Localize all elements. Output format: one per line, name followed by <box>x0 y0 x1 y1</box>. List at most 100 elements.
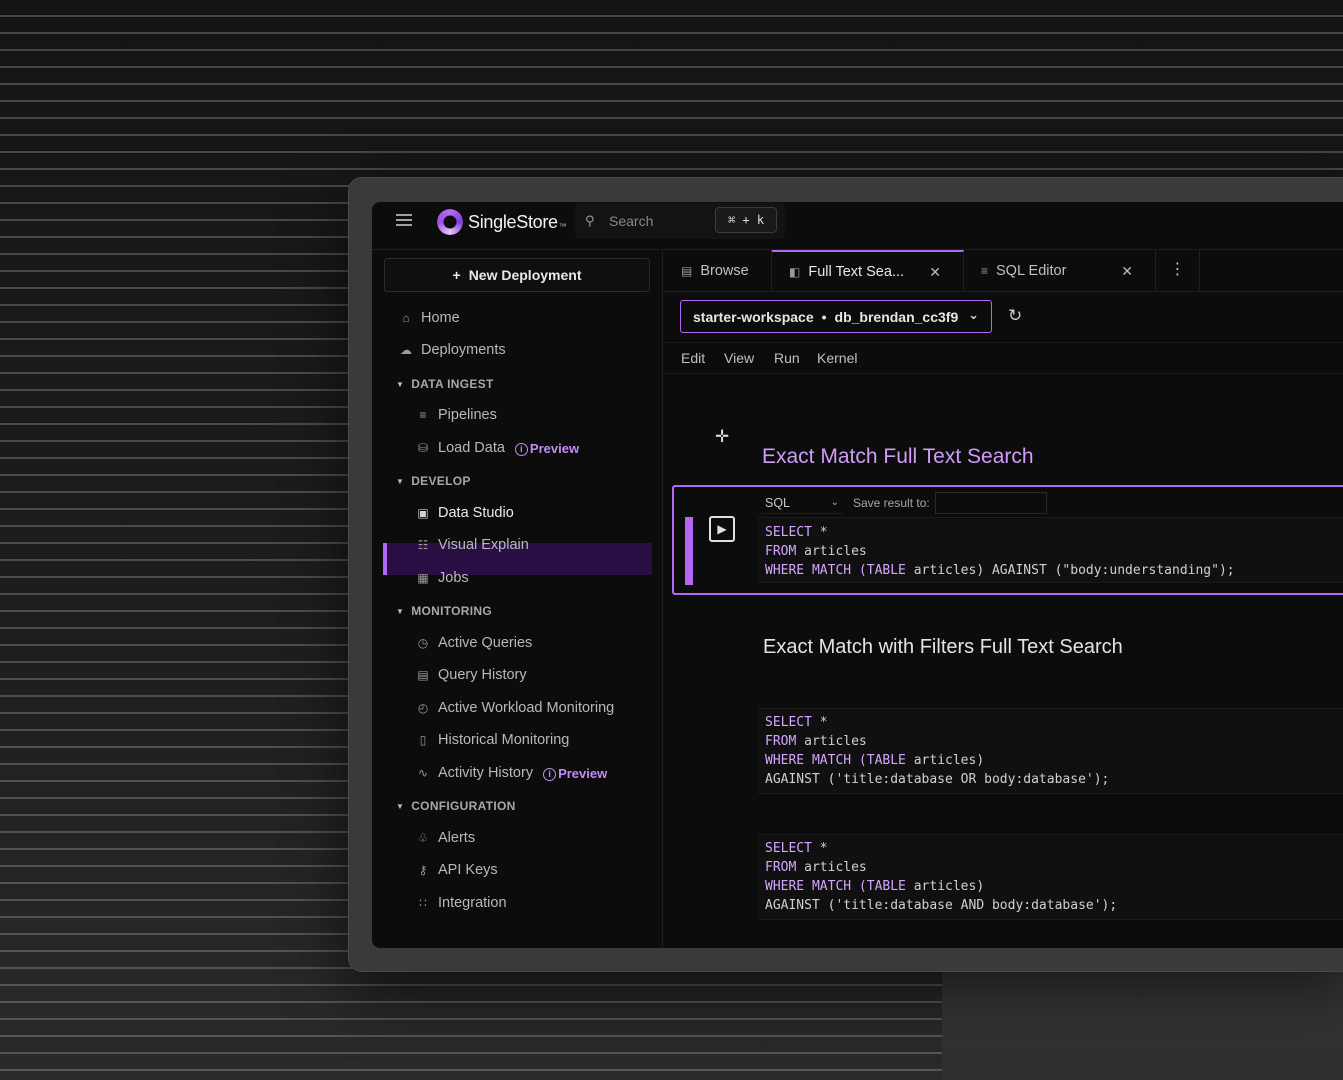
database-name: db_brendan_cc3f9 <box>834 308 959 325</box>
section-develop[interactable]: ▼ DEVELOP <box>396 474 471 488</box>
singlestore-logo-icon <box>437 209 463 235</box>
caret-down-icon: ▼ <box>396 476 405 486</box>
sql-keyword: SELECT <box>765 841 812 856</box>
notebook-heading: Exact Match with Filters Full Text Searc… <box>763 636 1123 658</box>
close-icon[interactable]: ✕ <box>1121 263 1133 280</box>
separator: • <box>821 308 827 325</box>
search-placeholder: Search <box>609 213 654 229</box>
sidebar: + New Deployment ⌂ Home ☁ Deployments ▼ … <box>372 250 663 948</box>
tab-label: Browse <box>700 263 749 279</box>
sidebar-item-pipelines[interactable]: ≡ Pipelines <box>415 399 497 431</box>
sidebar-item-label: API Keys <box>438 862 498 878</box>
sidebar-item-label: Active Workload Monitoring <box>438 700 615 716</box>
preview-label: Preview <box>529 440 580 456</box>
new-deployment-button[interactable]: + New Deployment <box>384 258 650 292</box>
sql-keyword: FROM <box>765 734 797 749</box>
notebook-heading: Exact Match Full Text Search <box>762 445 1034 468</box>
code-content: SELECT * FROM articles WHERE MATCH (TABL… <box>765 839 1117 915</box>
sidebar-item-label: Visual Explain <box>438 537 529 553</box>
chevron-down-icon: ⌄ <box>968 307 979 322</box>
plus-icon: + <box>452 267 461 283</box>
cell-language-select[interactable]: SQL ⌄ <box>761 492 843 514</box>
sidebar-item-label: Alerts <box>438 830 476 846</box>
brand-logo[interactable]: SingleStore ™ <box>437 209 567 235</box>
tab-bar: ▤ Browse ◧ Full Text Sea... ✕ ≡ SQL Edit… <box>664 250 1343 292</box>
workload-icon: ◴ <box>417 701 429 715</box>
sidebar-item-alerts[interactable]: ♧ Alerts <box>415 822 475 854</box>
tab-browse[interactable]: ▤ Browse <box>664 250 772 292</box>
workspace-database-select[interactable]: starter-workspace • db_brendan_cc3f9 ⌄ <box>680 300 992 333</box>
background-panel <box>942 970 1343 1080</box>
sidebar-item-visual-explain[interactable]: ☷ Visual Explain <box>415 529 529 561</box>
refresh-icon[interactable]: ↻ <box>1008 306 1022 326</box>
sidebar-item-deployments[interactable]: ☁ Deployments <box>398 334 506 366</box>
sidebar-item-active-queries[interactable]: ◷ Active Queries <box>415 627 533 659</box>
sidebar-item-data-studio[interactable]: ▣ Data Studio <box>415 497 514 529</box>
pipelines-icon: ≡ <box>419 408 427 422</box>
database-icon: ⛁ <box>417 441 429 455</box>
menu-run[interactable]: Run <box>774 350 800 366</box>
sidebar-item-api-keys[interactable]: ⚷ API Keys <box>415 854 498 886</box>
sql-text: AGAINST ('title:database OR body:databas… <box>765 772 1110 787</box>
sql-text: articles) AGAINST ("body:understanding")… <box>905 563 1235 578</box>
sql-text: articles) <box>905 879 985 894</box>
hierarchy-icon: ☷ <box>417 538 429 552</box>
sidebar-item-load-data[interactable]: ⛁ Load Data i Preview <box>415 432 579 464</box>
sidebar-item-active-workload-monitoring[interactable]: ◴ Active Workload Monitoring <box>415 692 614 724</box>
notebook-menu-bar: Edit View Run Kernel <box>664 342 1343 374</box>
search-icon: ⚲ <box>585 213 595 228</box>
sidebar-item-label: Jobs <box>438 570 469 586</box>
menu-kernel[interactable]: Kernel <box>817 350 857 366</box>
new-deployment-label: New Deployment <box>468 267 582 283</box>
sidebar-item-jobs[interactable]: ▦ Jobs <box>415 562 469 594</box>
section-monitoring[interactable]: ▼ MONITORING <box>396 604 492 618</box>
tab-full-text-search[interactable]: ◧ Full Text Sea... ✕ <box>772 250 964 292</box>
sidebar-item-historical-monitoring[interactable]: ▯ Historical Monitoring <box>415 724 570 756</box>
sidebar-item-query-history[interactable]: ▤ Query History <box>415 659 526 691</box>
sql-editor-icon: ≡ <box>981 264 989 278</box>
move-cursor-icon: ✛ <box>715 427 730 446</box>
section-label: DATA INGEST <box>411 377 494 391</box>
sidebar-item-label: Load Data <box>438 440 505 456</box>
key-icon: ⚷ <box>418 863 428 877</box>
active-code-cell[interactable]: ▶ SQL ⌄ Save result to: SELECT * FROM ar… <box>672 485 1343 595</box>
section-label: CONFIGURATION <box>411 799 516 813</box>
sidebar-item-integration[interactable]: ∷ Integration <box>415 887 507 919</box>
sql-text: * <box>811 841 828 856</box>
bar-chart-icon: ▯ <box>419 733 427 747</box>
chevron-down-icon: ⌄ <box>830 497 839 508</box>
save-result-input[interactable] <box>935 492 1047 514</box>
sidebar-item-activity-history[interactable]: ∿ Activity History i Preview <box>415 757 607 789</box>
sql-text: articles) <box>905 753 985 768</box>
section-data-ingest[interactable]: ▼ DATA INGEST <box>396 377 494 391</box>
run-cell-button[interactable]: ▶ <box>709 516 735 542</box>
tab-label: SQL Editor <box>996 263 1067 279</box>
search-shortcut: ⌘ + k <box>715 207 777 233</box>
bell-icon: ♧ <box>417 831 429 845</box>
menu-view[interactable]: View <box>724 350 754 366</box>
sql-text: AGAINST ('title:database AND body:databa… <box>765 898 1118 913</box>
sidebar-item-label: Historical Monitoring <box>438 732 570 748</box>
menu-icon[interactable] <box>396 214 412 228</box>
sidebar-item-home[interactable]: ⌂ Home <box>398 302 459 334</box>
section-label: MONITORING <box>411 604 492 618</box>
sql-text: articles <box>796 860 867 875</box>
app-window: SingleStore ™ ⚲ Search ⌘ + k + New Deplo… <box>372 202 1343 948</box>
sidebar-item-label: Pipelines <box>438 407 497 423</box>
tab-sql-editor[interactable]: ≡ SQL Editor ✕ <box>964 250 1156 292</box>
sql-text: articles <box>796 734 867 749</box>
menu-edit[interactable]: Edit <box>681 350 705 366</box>
close-icon[interactable]: ✕ <box>929 264 941 281</box>
sql-text: articles <box>796 544 867 559</box>
brand-trademark: ™ <box>558 221 567 231</box>
sidebar-item-label: Integration <box>438 895 507 911</box>
sql-text: * <box>811 525 828 540</box>
history-icon: ▤ <box>417 668 429 682</box>
preview-label: Preview <box>558 765 608 781</box>
section-configuration[interactable]: ▼ CONFIGURATION <box>396 799 516 813</box>
more-options-icon[interactable]: ⋮ <box>1156 250 1200 292</box>
section-label: DEVELOP <box>411 474 471 488</box>
sql-keyword: FROM <box>765 860 797 875</box>
sidebar-item-label: Data Studio <box>438 505 514 521</box>
cloud-icon: ☁ <box>400 343 412 357</box>
